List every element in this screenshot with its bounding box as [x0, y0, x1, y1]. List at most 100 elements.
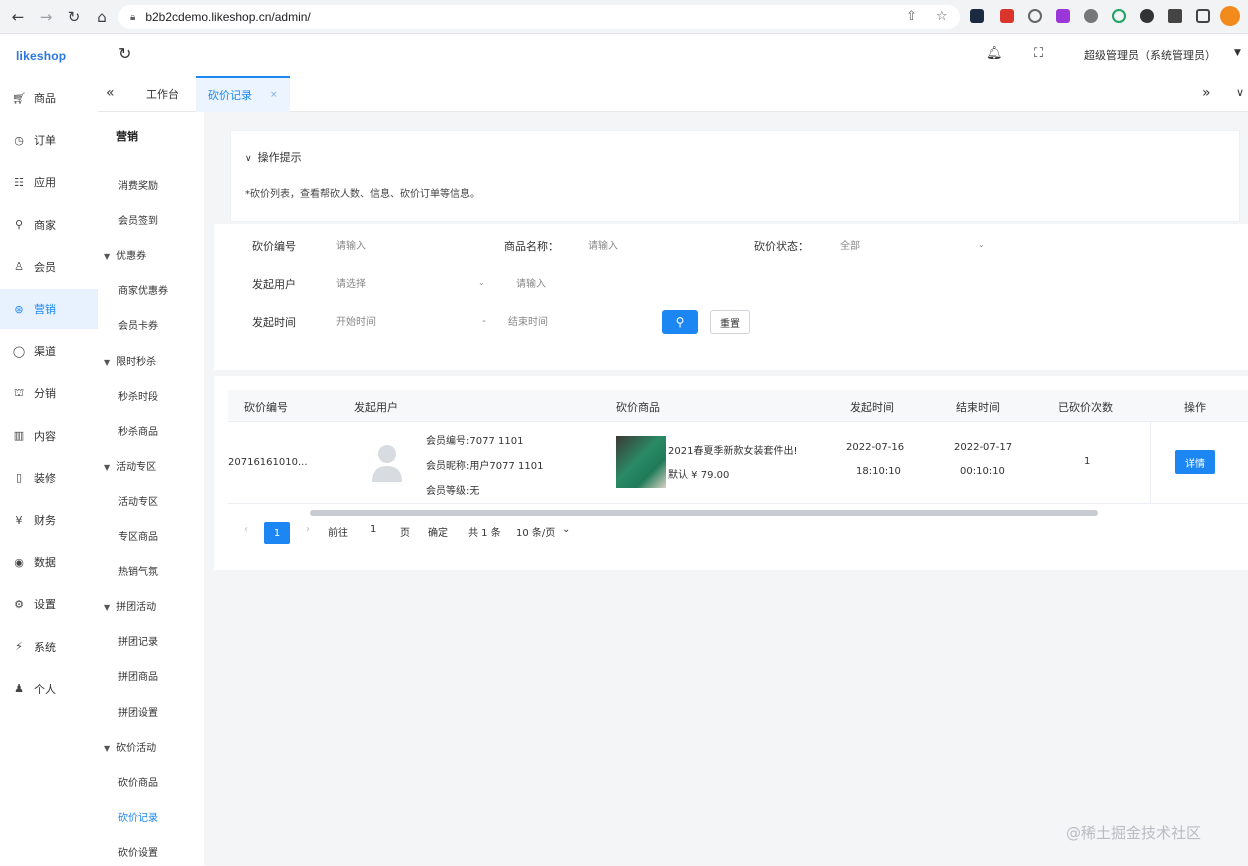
records-table-card: 砍价编号 发起用户 砍价商品 发起时间 结束时间 已砍价次数 操作 207161…	[214, 376, 1248, 570]
caret-down-icon: ▼	[104, 462, 111, 472]
sidebar-item-label: 设置	[34, 598, 56, 612]
app-header: likeshop ↻ 🔔︎ ⛶ 超级管理员（系统管理员） ▼	[0, 34, 1248, 76]
sidebar-item[interactable]: ▯ 装修	[0, 458, 98, 498]
initiator-type-select[interactable]: 请选择	[336, 270, 486, 294]
back-icon[interactable]: ←	[4, 3, 32, 31]
chevron-down-icon[interactable]: ⌄	[562, 524, 570, 535]
sidebar-item[interactable]: ◷ 订单	[0, 120, 98, 160]
scroll-tabs-right-icon[interactable]: »	[1202, 85, 1211, 101]
submenu-group[interactable]: ▼ 活动专区	[104, 458, 156, 473]
confirm-button[interactable]: 确定	[428, 524, 448, 539]
detail-button[interactable]: 详情	[1175, 450, 1215, 474]
submenu-item[interactable]: 拼团记录	[118, 633, 158, 648]
extension-icon-7[interactable]	[1140, 9, 1154, 23]
submenu-item[interactable]: 消费奖励	[118, 177, 158, 192]
extension-icon-1[interactable]	[970, 9, 984, 23]
submenu-item[interactable]: 秒杀时段	[118, 388, 158, 403]
sidebar-item-label: 装修	[34, 471, 56, 485]
end-time-input[interactable]: 结束时间	[508, 308, 638, 332]
time-separator: -	[482, 314, 486, 327]
initiator-input[interactable]: 请输入	[516, 270, 666, 294]
bargain-no-input[interactable]: 请输入	[336, 232, 486, 256]
submenu-group[interactable]: ▼ 优惠券	[104, 247, 146, 262]
sidebar-item[interactable]: ☷ 应用	[0, 162, 98, 202]
start-time-input[interactable]: 开始时间	[336, 308, 466, 332]
sidebar-item[interactable]: ⚡ 系统	[0, 627, 98, 667]
status-select[interactable]: 全部	[840, 232, 980, 256]
collapse-sidebar-icon[interactable]: «	[106, 85, 115, 101]
next-page-icon[interactable]: ›	[306, 524, 310, 535]
address-bar[interactable]: 🔒︎ b2b2cdemo.likeshop.cn/admin/ ⇧ ☆	[118, 5, 960, 29]
chevron-down-icon[interactable]: ▼	[1234, 48, 1241, 58]
submenu-item[interactable]: 砍价记录	[118, 809, 158, 824]
refresh-icon[interactable]: ↻	[118, 44, 131, 63]
submenu-group[interactable]: ▼ 砍价活动	[104, 739, 156, 754]
sidebar-item[interactable]: ⛫ 分销	[0, 373, 98, 413]
goods-name-label: 商品名称：	[504, 240, 559, 253]
goto-page-input[interactable]: 1	[370, 524, 376, 535]
fullscreen-icon[interactable]: ⛶	[1034, 46, 1043, 61]
sidebar-item-label: 个人	[34, 682, 56, 696]
page-size-select[interactable]: 10 条/页	[516, 524, 555, 539]
primary-sidebar: 🛒︎ 商品 ◷ 订单 ☷ 应用 ⚲ 商家 ♙ 会员 ⊛ 营销 ◯ 渠道 ⛫ 分销 ▥ 内容 ▯ 装修 ¥ 财务 ◉ 数据 ⚙ 设置…	[0, 76, 98, 866]
watermark: @稀土掘金技术社区	[1066, 824, 1202, 842]
submenu-item[interactable]: 热销气氛	[118, 563, 158, 578]
share-icon[interactable]: ⇧	[906, 9, 917, 24]
bell-icon[interactable]: 🔔︎	[986, 46, 1003, 61]
extension-icon-6[interactable]	[1112, 9, 1126, 23]
sidebar-item[interactable]: ¥ 财务	[0, 500, 98, 540]
submenu-group[interactable]: ▼ 限时秒杀	[104, 353, 156, 368]
submenu-item[interactable]: 商家优惠券	[118, 282, 168, 297]
tab-bargain-records[interactable]: 砍价记录 ×	[196, 76, 290, 112]
sidepanel-icon[interactable]	[1196, 9, 1210, 23]
forward-icon[interactable]: →	[32, 3, 60, 31]
goods-name-input[interactable]: 请输入	[588, 232, 738, 256]
horizontal-scrollbar[interactable]	[310, 510, 1098, 516]
reload-icon[interactable]: ↻	[60, 3, 88, 31]
bookmark-star-icon[interactable]: ☆	[936, 9, 948, 24]
sidebar-item[interactable]: ⚙ 设置	[0, 584, 98, 624]
tab-menu-chevron-icon[interactable]: ∨	[1236, 86, 1244, 99]
submenu-item[interactable]: 专区商品	[118, 528, 158, 543]
submenu-item[interactable]: 会员卡券	[118, 317, 158, 332]
home-icon[interactable]: ⌂	[88, 3, 116, 31]
submenu-item[interactable]: 拼团设置	[118, 704, 158, 719]
sidebar-item[interactable]: 🛒︎ 商品	[0, 78, 98, 118]
submenu-item[interactable]: 活动专区	[118, 493, 158, 508]
extension-icon-5[interactable]	[1084, 9, 1098, 23]
order-icon: ◷	[14, 133, 24, 147]
puzzle-icon[interactable]	[1168, 9, 1182, 23]
close-icon[interactable]: ×	[270, 90, 278, 100]
sidebar-item[interactable]: ⚲ 商家	[0, 205, 98, 245]
submenu-group[interactable]: ▼ 拼团活动	[104, 598, 156, 613]
submenu-item[interactable]: 拼团商品	[118, 668, 158, 683]
prev-page-icon[interactable]: ‹	[244, 524, 248, 535]
submenu-item[interactable]: 砍价设置	[118, 844, 158, 859]
start-time: 18:10:10	[856, 466, 901, 477]
start-date: 2022-07-16	[846, 442, 905, 453]
hint-toggle[interactable]: ∨ 操作提示	[245, 149, 302, 165]
hint-card: ∨ 操作提示 *砍价列表，查看帮砍人数、信息、砍价订单等信息。	[230, 130, 1240, 222]
marketing-icon: ⊛	[14, 302, 24, 316]
extension-icon-3[interactable]	[1028, 9, 1042, 23]
submenu-item[interactable]: 会员签到	[118, 212, 158, 227]
sidebar-item[interactable]: ▥ 内容	[0, 416, 98, 456]
page-number-current[interactable]: 1	[264, 522, 290, 544]
sidebar-item-label: 应用	[34, 176, 56, 190]
search-button[interactable]: ⚲	[662, 310, 698, 334]
sidebar-item[interactable]: ◉ 数据	[0, 542, 98, 582]
submenu-item[interactable]: 秒杀商品	[118, 423, 158, 438]
sidebar-item[interactable]: ♙ 会员	[0, 247, 98, 287]
reset-button[interactable]: 重置	[710, 310, 750, 334]
sidebar-item[interactable]: ♟ 个人	[0, 669, 98, 709]
extension-icon-2[interactable]	[1000, 9, 1014, 23]
submenu-label: 砍价活动	[116, 742, 157, 754]
status-label: 砍价状态：	[754, 240, 809, 253]
sidebar-item[interactable]: ⊛ 营销	[0, 289, 98, 329]
tab-workbench[interactable]: 工作台	[134, 76, 191, 112]
profile-avatar-icon[interactable]	[1220, 6, 1240, 26]
username[interactable]: 超级管理员（系统管理员）	[1084, 47, 1216, 63]
extension-icon-4[interactable]	[1056, 9, 1070, 23]
sidebar-item[interactable]: ◯ 渠道	[0, 331, 98, 371]
submenu-item[interactable]: 砍价商品	[118, 774, 158, 789]
